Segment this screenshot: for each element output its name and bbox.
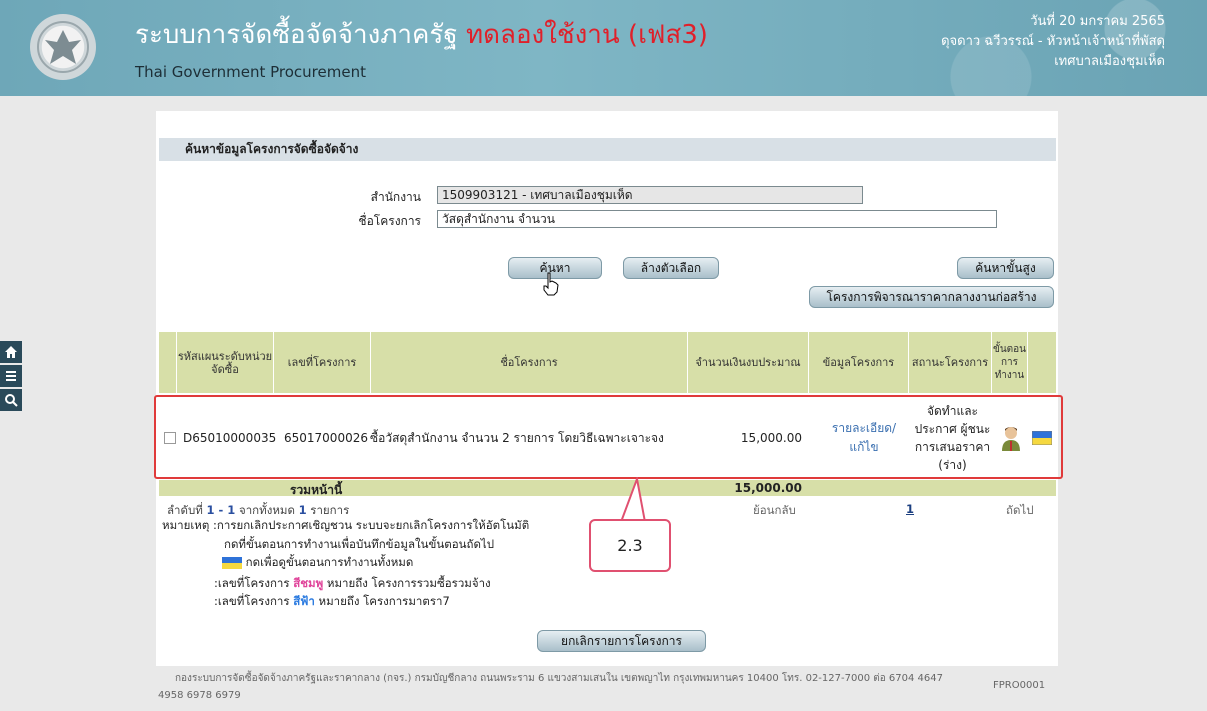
note-line-5-post: หมายถึง โครงการมาตรา7	[318, 594, 450, 608]
highlight-box	[154, 395, 1063, 479]
clear-button[interactable]: ล้างตัวเลือก	[623, 257, 719, 279]
header-extra-col	[1028, 332, 1056, 393]
garuda-logo-icon	[30, 14, 96, 80]
total-value: 15,000.00	[734, 481, 802, 495]
steps-flag-legend-icon	[222, 556, 242, 569]
blue-legend: สีฟ้า	[293, 594, 315, 608]
header-budget: จำนวนเงินงบประมาณ	[688, 332, 809, 393]
pager-summary-post: รายการ	[310, 503, 350, 517]
project-name-input[interactable]: วัสดุสำนักงาน จำนวน	[437, 210, 997, 228]
note-line-5: :เลขที่โครงการ สีฟ้า หมายถึง โครงการมาตร…	[214, 593, 450, 611]
app-subtitle: Thai Government Procurement	[135, 63, 366, 81]
home-button[interactable]	[0, 341, 22, 363]
median-price-button[interactable]: โครงการพิจารณาราคากลางงานก่อสร้าง	[809, 286, 1054, 308]
header-project-no: เลขที่โครงการ	[274, 332, 371, 393]
search-icon	[5, 394, 18, 407]
pager-count: 1	[298, 503, 307, 517]
app-title-text: ระบบการจัดซื้อจัดจ้างภาครัฐ	[135, 20, 458, 50]
table-header: รหัสแผนระดับหน่วยจัดซื้อ เลขที่โครงการ ช…	[159, 332, 1056, 393]
menu-button[interactable]	[0, 365, 22, 387]
pager-range: 1 - 1	[206, 503, 236, 517]
note-line-5-pre: :เลขที่โครงการ	[214, 594, 290, 608]
header-project-info: ข้อมูลโครงการ	[809, 332, 909, 393]
pager-page-1[interactable]: 1	[906, 502, 914, 516]
pager-back[interactable]: ย้อนกลับ	[753, 502, 796, 520]
side-toolbar	[0, 341, 22, 413]
header-project-name: ชื่อโครงการ	[371, 332, 688, 393]
footer-address: กองระบบการจัดซื้อจัดจ้างภาครัฐและราคากลา…	[175, 673, 943, 684]
menu-icon	[6, 371, 16, 381]
cancel-projects-button[interactable]: ยกเลิกรายการโครงการ	[537, 630, 706, 652]
project-name-label: ชื่อโครงการ	[358, 214, 421, 228]
user-org: เทศบาลเมืองชุมเห็ด	[1054, 54, 1165, 69]
note-line-4: :เลขที่โครงการ สีชมพู หมายถึง โครงการรวม…	[214, 575, 491, 593]
search-panel: ค้นหาข้อมูลโครงการจัดซื้อจัดจ้าง สำนักงา…	[156, 111, 1058, 666]
pager-next[interactable]: ถัดไป	[1006, 502, 1034, 520]
note-line-3: กดเพื่อดูขั้นตอนการทำงานทั้งหมด	[222, 554, 413, 572]
search-side-button[interactable]	[0, 389, 22, 411]
page-code: FPRO0001	[993, 680, 1046, 691]
pink-legend: สีชมพู	[293, 576, 324, 590]
step-callout: 2.3	[589, 519, 671, 572]
user-info: วันที่ 20 มกราคม 2565 ดุจดาว ฉวีวรรณ์ - …	[941, 12, 1165, 72]
app-title: ระบบการจัดซื้อจัดจ้างภาครัฐ ทดลองใช้งาน …	[135, 14, 708, 55]
footer-phones: 4958 6978 6979	[158, 690, 241, 701]
header-step: ขั้นตอนการทำงาน	[992, 332, 1028, 393]
hand-cursor-icon	[543, 272, 559, 296]
note-line-4-pre: :เลขที่โครงการ	[214, 576, 290, 590]
current-date: วันที่ 20 มกราคม 2565	[1030, 14, 1165, 29]
office-field: 1509903121 - เทศบาลเมืองชุมเห็ด	[437, 186, 863, 204]
total-label: รวมหน้านี้	[290, 483, 343, 497]
advanced-search-button[interactable]: ค้นหาขั้นสูง	[957, 257, 1054, 279]
callout-pointer-icon	[620, 477, 646, 523]
table-total-row: รวมหน้านี้ 15,000.00	[159, 480, 1056, 497]
header-checkbox-col	[159, 332, 177, 393]
header-plan-code: รหัสแผนระดับหน่วยจัดซื้อ	[177, 332, 274, 393]
header-status: สถานะโครงการ	[909, 332, 992, 393]
trial-label: ทดลองใช้งาน (เฟส3)	[465, 20, 708, 50]
note-line-2: กดที่ขั้นตอนการทำงานเพื่อบันทึกข้อมูลในข…	[224, 537, 495, 551]
note-line-3-text: กดเพื่อดูขั้นตอนการทำงานทั้งหมด	[245, 555, 414, 569]
office-label: สำนักงาน	[370, 190, 421, 204]
section-title: ค้นหาข้อมูลโครงการจัดซื้อจัดจ้าง	[159, 138, 1056, 161]
pager-summary-pre: ลำดับที่	[167, 503, 203, 517]
note-line-4-post: หมายถึง โครงการรวมซื้อรวมจ้าง	[326, 576, 491, 590]
note-line-1: หมายเหตุ :การยกเลิกประกาศเชิญชวน ระบบจะย…	[162, 518, 530, 532]
user-name: ดุจดาว ฉวีวรรณ์ - หัวหน้าเจ้าหน้าที่พัสด…	[941, 34, 1165, 49]
header-bar: ระบบการจัดซื้อจัดจ้างภาครัฐ ทดลองใช้งาน …	[0, 0, 1207, 96]
home-icon	[5, 346, 17, 358]
pager-summary-mid: จากทั้งหมด	[238, 503, 295, 517]
